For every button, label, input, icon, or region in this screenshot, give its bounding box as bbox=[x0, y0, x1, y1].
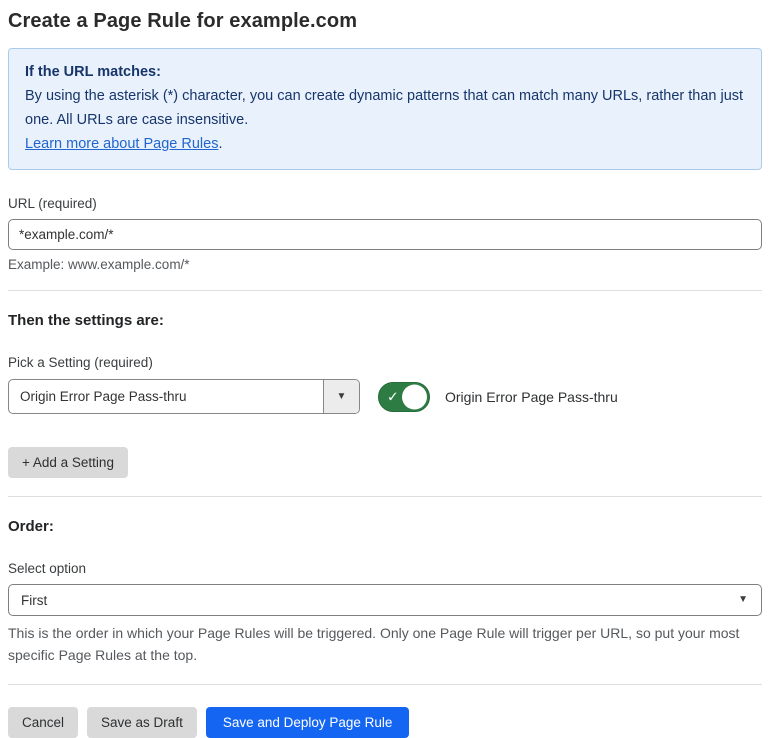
divider bbox=[8, 496, 762, 497]
url-match-info-box: If the URL matches: By using the asteris… bbox=[8, 48, 762, 170]
save-and-deploy-button[interactable]: Save and Deploy Page Rule bbox=[205, 707, 410, 738]
cancel-button[interactable]: Cancel bbox=[8, 707, 79, 738]
check-icon: ✓ bbox=[387, 388, 399, 405]
settings-section-heading: Then the settings are: bbox=[8, 312, 164, 329]
footer-actions: Cancel Save as Draft Save and Deploy Pag… bbox=[8, 707, 762, 738]
setting-toggle-label: Origin Error Page Pass-thru bbox=[445, 388, 618, 405]
chevron-down-icon: ▼ bbox=[336, 390, 347, 402]
pick-setting-label: Pick a Setting (required) bbox=[8, 355, 153, 370]
save-as-draft-button[interactable]: Save as Draft bbox=[87, 707, 197, 738]
info-box-body: By using the asterisk (*) character, you… bbox=[25, 88, 744, 128]
toggle-knob bbox=[402, 384, 427, 409]
setting-toggle-on[interactable]: ✓ bbox=[378, 381, 430, 412]
divider bbox=[8, 290, 762, 291]
order-section-heading: Order: bbox=[8, 518, 54, 535]
setting-picker-value: Origin Error Page Pass-thru bbox=[20, 389, 187, 404]
setting-picker-dropdown[interactable]: Origin Error Page Pass-thru ▼ bbox=[8, 379, 360, 414]
url-field-label: URL (required) bbox=[8, 196, 97, 211]
order-select-label: Select option bbox=[8, 561, 87, 576]
order-select[interactable]: First ▼ bbox=[8, 584, 762, 616]
page-title: Create a Page Rule for example.com bbox=[8, 10, 358, 32]
add-setting-button[interactable]: + Add a Setting bbox=[8, 447, 128, 478]
order-helper-text: This is the order in which your Page Rul… bbox=[8, 625, 740, 663]
setting-row: Origin Error Page Pass-thru ▼ ✓ Origin E… bbox=[8, 379, 762, 414]
learn-more-link[interactable]: Learn more about Page Rules bbox=[25, 136, 218, 152]
divider bbox=[8, 684, 762, 685]
chevron-down-icon: ▼ bbox=[738, 594, 748, 605]
setting-picker-arrow-button[interactable]: ▼ bbox=[323, 380, 359, 413]
info-box-link-line: Learn more about Page Rules. bbox=[25, 132, 745, 156]
url-input[interactable] bbox=[8, 219, 762, 250]
link-suffix: . bbox=[218, 136, 223, 152]
url-example-helper: Example: www.example.com/* bbox=[8, 257, 190, 272]
order-select-value: First bbox=[21, 592, 48, 608]
info-box-heading: If the URL matches: bbox=[25, 64, 161, 80]
